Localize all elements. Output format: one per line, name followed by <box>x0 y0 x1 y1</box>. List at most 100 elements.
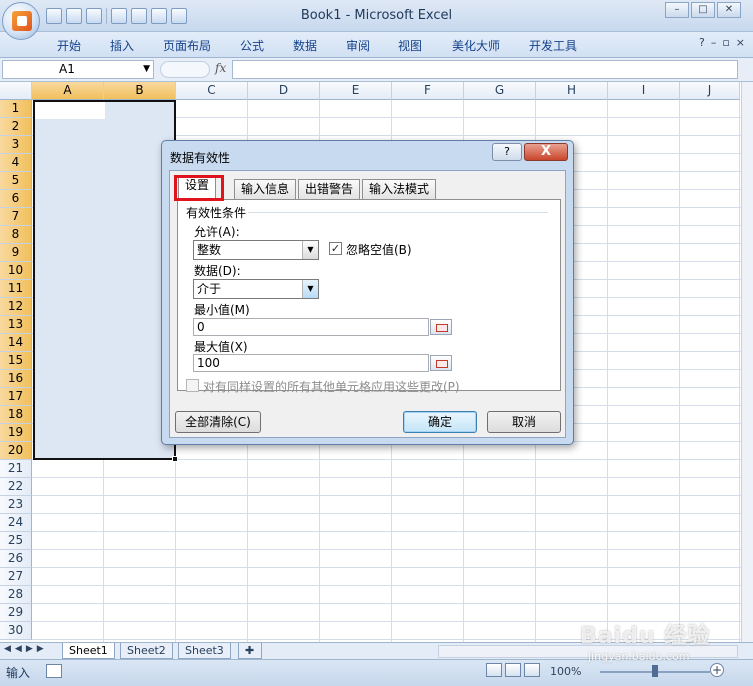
tab-beautify[interactable]: 美化大师 <box>452 37 500 54</box>
ribbon-minimize-icon[interactable]: – <box>711 36 717 49</box>
row-header-17[interactable]: 17 <box>0 388 32 406</box>
minimize-button[interactable]: – <box>665 2 689 18</box>
ignore-blank-checkbox[interactable]: ✓ <box>329 242 342 255</box>
ribbon-close-icon[interactable]: × <box>736 36 745 49</box>
selected-range[interactable] <box>33 100 178 462</box>
row-header-22[interactable]: 22 <box>0 478 32 496</box>
chevron-down-icon[interactable]: ▼ <box>143 61 150 78</box>
row-header-12[interactable]: 12 <box>0 298 32 316</box>
macro-record-icon[interactable] <box>46 664 62 678</box>
collapse-range-icon[interactable] <box>430 355 452 371</box>
page-layout-view-icon[interactable] <box>505 663 521 677</box>
row-header-16[interactable]: 16 <box>0 370 32 388</box>
column-header-g[interactable]: G <box>464 82 536 100</box>
row-header-10[interactable]: 10 <box>0 262 32 280</box>
sheet-tab-2[interactable]: Sheet2 <box>120 643 173 659</box>
column-header-d[interactable]: D <box>248 82 320 100</box>
dialog-close-button[interactable]: X <box>524 143 568 161</box>
grid-row-line <box>32 603 741 604</box>
column-header-c[interactable]: C <box>176 82 248 100</box>
zoom-slider-thumb[interactable] <box>652 665 658 677</box>
row-header-24[interactable]: 24 <box>0 514 32 532</box>
row-header-8[interactable]: 8 <box>0 226 32 244</box>
row-header-11[interactable]: 11 <box>0 280 32 298</box>
row-header-3[interactable]: 3 <box>0 136 32 154</box>
column-header-f[interactable]: F <box>392 82 464 100</box>
ok-button[interactable]: 确定 <box>403 411 477 433</box>
column-header-h[interactable]: H <box>536 82 608 100</box>
row-header-23[interactable]: 23 <box>0 496 32 514</box>
cancel-button[interactable]: 取消 <box>487 411 561 433</box>
column-header-i[interactable]: I <box>608 82 680 100</box>
apply-all-checkbox[interactable] <box>186 379 199 392</box>
insert-function-icon[interactable]: fx <box>215 61 226 75</box>
normal-view-icon[interactable] <box>486 663 502 677</box>
tab-formulas[interactable]: 公式 <box>240 37 264 54</box>
row-header-15[interactable]: 15 <box>0 352 32 370</box>
name-box[interactable]: A1 ▼ <box>2 60 154 79</box>
max-input[interactable]: 100 <box>193 354 429 372</box>
row-header-18[interactable]: 18 <box>0 406 32 424</box>
row-header-29[interactable]: 29 <box>0 604 32 622</box>
row-header-27[interactable]: 27 <box>0 568 32 586</box>
close-button[interactable]: ✕ <box>717 2 741 18</box>
active-cell[interactable] <box>35 102 105 119</box>
zoom-level[interactable]: 100% <box>550 665 581 678</box>
allow-select[interactable]: 整数 ▼ <box>193 240 319 260</box>
row-header-7[interactable]: 7 <box>0 208 32 226</box>
zoom-in-icon[interactable]: + <box>710 663 724 677</box>
row-header-26[interactable]: 26 <box>0 550 32 568</box>
row-header-20[interactable]: 20 <box>0 442 32 460</box>
row-header-25[interactable]: 25 <box>0 532 32 550</box>
tab-data[interactable]: 数据 <box>293 37 317 54</box>
select-all-corner[interactable] <box>0 82 32 100</box>
row-header-14[interactable]: 14 <box>0 334 32 352</box>
chevron-down-icon[interactable]: ▼ <box>302 241 318 259</box>
formula-input[interactable] <box>232 60 738 79</box>
help-icon[interactable]: ? <box>699 36 705 49</box>
clear-all-button[interactable]: 全部清除(C) <box>175 411 261 433</box>
page-break-view-icon[interactable] <box>524 663 540 677</box>
maximize-button[interactable]: □ <box>691 2 715 18</box>
ribbon-restore-icon[interactable]: ▫ <box>722 36 729 49</box>
row-header-2[interactable]: 2 <box>0 118 32 136</box>
row-header-30[interactable]: 30 <box>0 622 32 640</box>
tab-home[interactable]: 开始 <box>57 37 81 54</box>
tab-developer[interactable]: 开发工具 <box>529 37 577 54</box>
row-header-21[interactable]: 21 <box>0 460 32 478</box>
tab-review[interactable]: 审阅 <box>346 37 370 54</box>
row-header-1[interactable]: 1 <box>0 100 32 118</box>
tab-view[interactable]: 视图 <box>398 37 422 54</box>
collapse-range-icon[interactable] <box>430 319 452 335</box>
column-header-a[interactable]: A <box>32 82 104 100</box>
row-header-28[interactable]: 28 <box>0 586 32 604</box>
row-header-9[interactable]: 9 <box>0 244 32 262</box>
data-select[interactable]: 介于 ▼ <box>193 279 319 299</box>
column-header-b[interactable]: B <box>104 82 176 100</box>
chevron-down-icon[interactable]: ▼ <box>302 280 318 298</box>
tab-input-message[interactable]: 输入信息 <box>234 179 297 199</box>
tab-insert[interactable]: 插入 <box>110 37 134 54</box>
tab-error-alert[interactable]: 出错警告 <box>298 179 361 199</box>
fill-handle[interactable] <box>172 456 178 462</box>
grid-row-line <box>32 477 741 478</box>
vertical-scrollbar[interactable] <box>741 82 753 642</box>
sheet-tab-1[interactable]: Sheet1 <box>62 643 115 659</box>
row-header-19[interactable]: 19 <box>0 424 32 442</box>
tab-page-layout[interactable]: 页面布局 <box>163 37 211 54</box>
row-header-5[interactable]: 5 <box>0 172 32 190</box>
office-button[interactable] <box>2 2 40 40</box>
column-header-j[interactable]: J <box>680 82 740 100</box>
dialog-help-button[interactable]: ? <box>492 143 522 161</box>
column-header-e[interactable]: E <box>320 82 392 100</box>
status-bar: 输入 100% + <box>0 659 753 686</box>
min-input[interactable]: 0 <box>193 318 429 336</box>
tab-ime-mode[interactable]: 输入法模式 <box>362 179 437 199</box>
sheet-tab-3[interactable]: Sheet3 <box>178 643 231 659</box>
allow-label: 允许(A): <box>194 225 240 239</box>
insert-sheet-icon[interactable]: ✚ <box>238 643 262 659</box>
row-header-13[interactable]: 13 <box>0 316 32 334</box>
sheet-nav-icons[interactable]: ◀◀▶▶ <box>4 644 48 654</box>
row-header-4[interactable]: 4 <box>0 154 32 172</box>
row-header-6[interactable]: 6 <box>0 190 32 208</box>
